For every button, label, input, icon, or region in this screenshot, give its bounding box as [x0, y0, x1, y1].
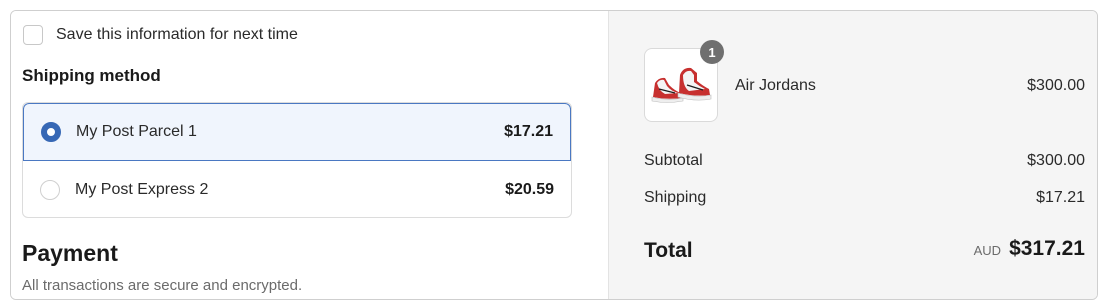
currency-code: AUD [973, 243, 1002, 258]
save-info-row[interactable]: Save this information for next time [23, 25, 298, 45]
shipping-option-label: My Post Parcel 1 [76, 123, 197, 140]
subtotal-value: $300.00 [1027, 152, 1085, 169]
payment-subtitle: All transactions are secure and encrypte… [22, 277, 303, 294]
checkout-form-panel: Save this information for next time Ship… [11, 11, 608, 299]
shipping-option-price: $20.59 [505, 181, 554, 198]
shipping-option-price: $17.21 [504, 123, 553, 140]
total-amount: AUD $317.21 [974, 237, 1085, 261]
shipping-summary-value: $17.21 [1036, 189, 1085, 206]
product-name: Air Jordans [735, 77, 816, 94]
save-info-checkbox[interactable] [23, 25, 43, 45]
total-value: $317.21 [1009, 237, 1085, 260]
subtotal-label: Subtotal [644, 152, 703, 169]
shipping-option-label: My Post Express 2 [75, 181, 209, 198]
shipping-method-heading: Shipping method [22, 66, 161, 85]
shipping-option-express[interactable]: My Post Express 2 $20.59 [23, 161, 571, 217]
shipping-radio-express[interactable] [40, 180, 60, 200]
shipping-option-parcel[interactable]: My Post Parcel 1 $17.21 [23, 103, 571, 161]
quantity-badge: 1 [700, 40, 724, 64]
order-summary-panel: 1 Air Jordans $300.00 Subtotal $300.00 S… [608, 11, 1097, 299]
payment-heading: Payment [22, 240, 118, 266]
shipping-summary-label: Shipping [644, 189, 707, 206]
shipping-options-group: My Post Parcel 1 $17.21 My Post Express … [22, 102, 572, 218]
product-price: $300.00 [1027, 77, 1085, 94]
shipping-radio-parcel[interactable] [41, 122, 61, 142]
total-label: Total [644, 239, 693, 262]
save-info-label[interactable]: Save this information for next time [56, 26, 298, 44]
checkout-window: Save this information for next time Ship… [10, 10, 1098, 300]
